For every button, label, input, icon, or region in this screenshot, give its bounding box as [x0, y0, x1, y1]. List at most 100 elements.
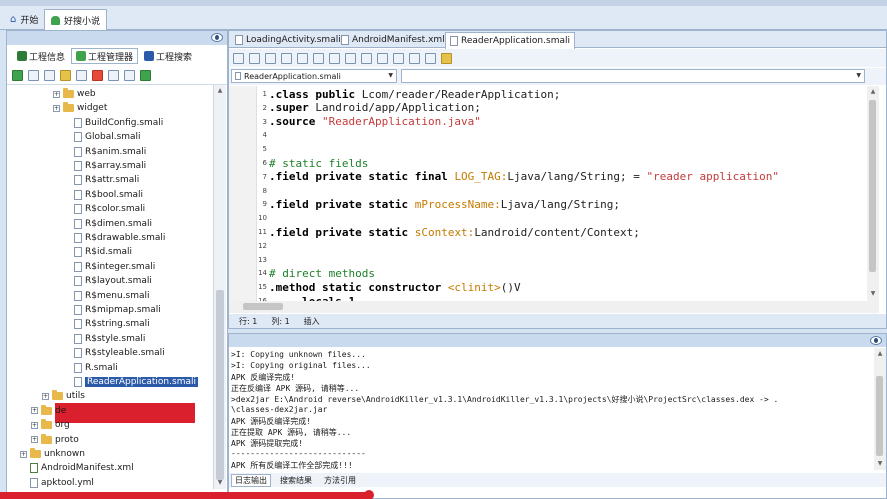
- tree-file[interactable]: R$integer.smali: [64, 260, 155, 274]
- tree-scrollbar[interactable]: ▲ ▼: [213, 85, 226, 489]
- member-selector[interactable]: ▼: [401, 69, 865, 83]
- editor-tab-android-manifest[interactable]: AndroidManifest.xml: [337, 32, 449, 48]
- tree-file[interactable]: R$attr.smali: [64, 173, 139, 187]
- video-progress-bar[interactable]: [0, 492, 370, 499]
- tree-item-label: R$style.smali: [85, 333, 146, 344]
- folder-icon[interactable]: [60, 70, 71, 81]
- collapse-icon[interactable]: [28, 70, 39, 81]
- tree-file[interactable]: R$string.smali: [64, 317, 150, 331]
- tab-search-results[interactable]: 搜索结果: [277, 474, 315, 487]
- tab-log-output[interactable]: 日志输出: [231, 473, 271, 487]
- log-tab-bar: 日志输出 搜索结果 方法引用: [229, 473, 886, 487]
- tab-method-refs[interactable]: 方法引用: [321, 474, 359, 487]
- paste-icon[interactable]: [297, 52, 308, 64]
- log-scroll-thumb[interactable]: [876, 376, 883, 456]
- video-progress-knob[interactable]: [363, 490, 374, 499]
- tree-file[interactable]: R$anim.smali: [64, 145, 146, 159]
- expand-icon[interactable]: +: [20, 450, 27, 458]
- editor-tab-reader-application[interactable]: ReaderApplication.smali: [445, 32, 575, 49]
- tree-file[interactable]: R$id.smali: [64, 245, 132, 259]
- tree-folder[interactable]: + proto: [31, 433, 79, 447]
- list-icon[interactable]: [425, 52, 436, 64]
- tree-file[interactable]: R$bool.smali: [64, 188, 143, 202]
- cut-icon[interactable]: [281, 52, 292, 64]
- copy-icon[interactable]: [76, 70, 87, 81]
- expand-icon[interactable]: +: [42, 392, 49, 400]
- log-line: APK 所有反编译工作全部完成!!!: [231, 461, 353, 470]
- tree-file[interactable]: Global.smali: [64, 130, 141, 144]
- code-hscroll-thumb[interactable]: [243, 303, 283, 310]
- tree-file[interactable]: R$layout.smali: [64, 274, 152, 288]
- code-area[interactable]: 1 .class public Lcom/reader/ReaderApplica…: [257, 86, 867, 302]
- tree-file[interactable]: R$color.smali: [64, 202, 145, 216]
- rename-icon[interactable]: [108, 70, 119, 81]
- code-hscrollbar[interactable]: [229, 301, 879, 313]
- expand-icon[interactable]: +: [53, 90, 60, 98]
- java-icon[interactable]: [441, 52, 452, 64]
- code-scrollbar[interactable]: ▲ ▼: [867, 86, 879, 301]
- redo-icon[interactable]: [329, 52, 340, 64]
- tree-file[interactable]: R$dimen.smali: [64, 217, 152, 231]
- code-token: sContext:: [414, 225, 475, 239]
- undo-icon[interactable]: [313, 52, 324, 64]
- eye-icon[interactable]: [870, 336, 882, 345]
- tree-folder[interactable]: + de: [31, 404, 66, 418]
- file-icon: [235, 35, 243, 45]
- indent-icon[interactable]: [377, 52, 388, 64]
- copy-icon[interactable]: [265, 52, 276, 64]
- tree-file[interactable]: R.smali: [64, 361, 118, 375]
- log-output[interactable]: >I: Copying unknown files... >I: Copying …: [231, 349, 871, 471]
- expand-icon[interactable]: +: [31, 407, 38, 415]
- properties-icon[interactable]: [124, 70, 135, 81]
- find-icon[interactable]: [409, 52, 420, 64]
- tree-item-label: de: [55, 405, 67, 416]
- scroll-down-icon[interactable]: ▼: [876, 460, 884, 468]
- tree-folder[interactable]: + utils: [42, 389, 85, 403]
- tree-file[interactable]: AndroidManifest.xml: [20, 461, 134, 475]
- add-icon[interactable]: [140, 70, 151, 81]
- save-icon[interactable]: [233, 52, 244, 64]
- expand-icon[interactable]: +: [31, 421, 38, 429]
- tree-file[interactable]: apktool.yml: [20, 476, 94, 489]
- scroll-up-icon[interactable]: ▲: [869, 88, 877, 96]
- code-token: Lcom/reader/ReaderApplication;: [361, 87, 561, 101]
- tree-file[interactable]: R$array.smali: [64, 159, 146, 173]
- tree-file[interactable]: ReaderApplication.smali: [64, 375, 198, 389]
- scroll-down-icon[interactable]: ▼: [216, 479, 224, 487]
- tab-project-search[interactable]: 工程搜索: [140, 48, 196, 64]
- file-selector[interactable]: ReaderApplication.smali ▼: [231, 69, 397, 83]
- scroll-up-icon[interactable]: ▲: [216, 87, 224, 95]
- tree-file[interactable]: R$mipmap.smali: [64, 303, 161, 317]
- scroll-up-icon[interactable]: ▲: [876, 350, 884, 358]
- line-number: 12: [258, 241, 267, 250]
- save-all-icon[interactable]: [249, 52, 260, 64]
- delete-icon[interactable]: [92, 70, 103, 81]
- outdent-icon[interactable]: [393, 52, 404, 64]
- tab-start[interactable]: ⌂ 开始: [4, 9, 44, 30]
- expand-icon[interactable]: +: [31, 436, 38, 444]
- tree-folder[interactable]: + org: [31, 418, 70, 432]
- log-panel: >I: Copying unknown files... >I: Copying …: [228, 333, 887, 499]
- back-icon[interactable]: [345, 52, 356, 64]
- tree-file[interactable]: R$style.smali: [64, 332, 145, 346]
- tab-project-info[interactable]: 工程信息: [13, 48, 69, 64]
- editor-tab-loading-activity[interactable]: LoadingActivity.smali: [231, 32, 345, 48]
- tree-folder[interactable]: + unknown: [20, 447, 85, 461]
- code-scroll-thumb[interactable]: [869, 100, 876, 272]
- tree-folder[interactable]: + web: [53, 87, 96, 101]
- tab-project[interactable]: 好搜小说: [44, 9, 108, 30]
- open-folder-icon[interactable]: [44, 70, 55, 81]
- refresh-icon[interactable]: [12, 70, 23, 81]
- log-scrollbar[interactable]: ▲ ▼: [874, 348, 886, 470]
- tree-folder[interactable]: + widget: [53, 101, 107, 115]
- tree-file[interactable]: R$drawable.smali: [64, 231, 165, 245]
- eye-icon[interactable]: [211, 33, 223, 42]
- forward-icon[interactable]: [361, 52, 372, 64]
- expand-icon[interactable]: +: [53, 104, 60, 112]
- tree-file[interactable]: R$menu.smali: [64, 289, 150, 303]
- tab-project-manager[interactable]: 工程管理器: [71, 48, 139, 64]
- tree-scroll-thumb[interactable]: [216, 290, 224, 480]
- scroll-down-icon[interactable]: ▼: [869, 290, 877, 298]
- tree-file[interactable]: R$styleable.smali: [64, 346, 165, 360]
- tree-file[interactable]: BuildConfig.smali: [64, 116, 163, 130]
